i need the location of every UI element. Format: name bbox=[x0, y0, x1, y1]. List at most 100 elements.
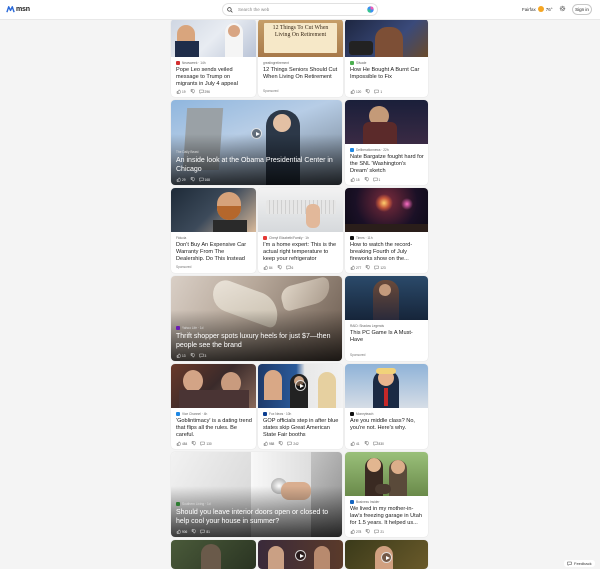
thumbs-down-icon[interactable] bbox=[277, 265, 282, 270]
card-title[interactable]: Don't Buy An Expensive Car Warranty From… bbox=[176, 242, 252, 263]
feedback-icon bbox=[567, 561, 572, 566]
news-card-burnt-car[interactable]: Silvade How He Bought A Burnt Car Imposs… bbox=[345, 19, 428, 97]
thumbs-up-icon[interactable] bbox=[350, 529, 355, 534]
card-title[interactable]: Should you leave interior doors open or … bbox=[176, 508, 336, 526]
card-source: Times · 11h bbox=[350, 235, 424, 240]
card-title[interactable]: 'Goblintimacy' is a dating trend that fl… bbox=[176, 418, 252, 439]
comment-icon[interactable] bbox=[374, 265, 380, 270]
sponsored-label: Sponsored bbox=[176, 265, 192, 269]
news-card-partial-1[interactable] bbox=[171, 540, 256, 569]
top-bar: msn Fairfax 76° Sign in bbox=[0, 0, 600, 19]
card-reactions: 41 830 bbox=[350, 441, 384, 446]
comment-icon[interactable] bbox=[372, 177, 378, 182]
news-card-goblin[interactable]: Vice Channel · 4h 'Goblintimacy' is a da… bbox=[171, 364, 256, 449]
thumbs-down-icon[interactable] bbox=[278, 441, 284, 446]
comment-icon[interactable] bbox=[285, 265, 291, 270]
weather-widget[interactable]: Fairfax 76° bbox=[522, 6, 553, 12]
comment-icon[interactable] bbox=[198, 353, 204, 358]
thumbs-up-icon[interactable] bbox=[350, 89, 355, 94]
card-title[interactable]: I'm a home expert: This is the actual ri… bbox=[263, 242, 339, 263]
thumbs-up-icon[interactable] bbox=[176, 177, 181, 182]
card-source: Southern Living · 1d bbox=[176, 501, 211, 506]
thumbs-down-icon[interactable] bbox=[191, 441, 197, 446]
comment-icon[interactable] bbox=[198, 89, 204, 94]
news-card-obama[interactable]: The Daily Beast An inside look at the Ob… bbox=[171, 100, 342, 185]
thumbs-up-icon[interactable] bbox=[176, 529, 181, 534]
thumbs-up-icon[interactable] bbox=[263, 265, 268, 270]
comment-icon[interactable] bbox=[374, 529, 380, 534]
comment-icon[interactable] bbox=[198, 177, 204, 182]
card-title[interactable]: Pope Leo sends veiled message to Trump o… bbox=[176, 67, 252, 88]
thumbs-up-icon[interactable] bbox=[263, 441, 268, 446]
thumbs-down-icon[interactable] bbox=[365, 89, 371, 94]
card-source: Vice Channel · 4h bbox=[176, 411, 252, 416]
comment-icon[interactable] bbox=[287, 441, 293, 446]
news-card-heels[interactable]: Yahoo Life · 1d Thrift shopper spots lux… bbox=[171, 276, 342, 361]
card-title[interactable]: This PC Game Is A Must-Have bbox=[350, 330, 424, 344]
play-video-icon[interactable] bbox=[295, 550, 306, 561]
news-card-pc-game[interactable]: RAID: Shadow Legends This PC Game Is A M… bbox=[345, 276, 428, 361]
thumbs-down-icon[interactable] bbox=[364, 177, 369, 182]
comment-icon[interactable] bbox=[372, 441, 378, 446]
thumbs-up-icon[interactable] bbox=[176, 353, 181, 358]
gear-icon[interactable] bbox=[559, 5, 566, 12]
publisher-logo-icon bbox=[350, 235, 354, 240]
feedback-button[interactable]: Feedback bbox=[564, 560, 595, 567]
comment-icon[interactable] bbox=[200, 441, 206, 446]
logo-text: msn bbox=[16, 6, 30, 13]
card-image bbox=[171, 364, 256, 408]
publisher-logo-icon bbox=[176, 325, 180, 330]
copilot-icon[interactable] bbox=[367, 6, 374, 13]
publisher-logo-icon bbox=[176, 60, 180, 65]
card-title[interactable]: We lived in my mother-in-law's freezing … bbox=[350, 506, 424, 527]
news-card-partial-2[interactable] bbox=[258, 540, 343, 569]
news-card-gop[interactable]: Fox News · 10h GOP officials step in aft… bbox=[258, 364, 343, 449]
card-title[interactable]: An inside look at the Obama Presidential… bbox=[176, 156, 336, 174]
news-card-pope[interactable]: Newsweek · 14h Pope Leo sends veiled mes… bbox=[171, 19, 256, 97]
card-image bbox=[345, 19, 428, 57]
comment-icon[interactable] bbox=[374, 89, 380, 94]
thumbs-down-icon[interactable] bbox=[191, 529, 197, 534]
thumbs-down-icon[interactable] bbox=[190, 177, 195, 182]
card-image-text: 12 Things To Cut When Living On Retireme… bbox=[264, 23, 337, 53]
card-reactions: 988 242 bbox=[263, 441, 299, 446]
news-card-middle-class[interactable]: Moneyteach Are you middle class? No, you… bbox=[345, 364, 428, 449]
play-video-icon[interactable] bbox=[295, 380, 306, 391]
thumbs-up-icon[interactable] bbox=[350, 441, 355, 446]
card-image bbox=[171, 188, 256, 232]
card-title[interactable]: Thrift shopper spots luxury heels for ju… bbox=[176, 332, 336, 350]
thumbs-down-icon[interactable] bbox=[190, 89, 195, 94]
card-title[interactable]: 12 Things Seniors Should Cut When Living… bbox=[263, 67, 339, 81]
comment-icon[interactable] bbox=[200, 529, 206, 534]
thumbs-up-icon[interactable] bbox=[176, 89, 181, 94]
card-title[interactable]: GOP officials step in after blue states … bbox=[263, 418, 339, 439]
news-card-warranty[interactable]: Fiducia Don't Buy An Expensive Car Warra… bbox=[171, 188, 256, 273]
news-card-seniors[interactable]: 12 Things To Cut When Living On Retireme… bbox=[258, 19, 343, 97]
card-title[interactable]: Are you middle class? No, you're not. He… bbox=[350, 418, 424, 432]
news-card-fireworks[interactable]: Times · 11h How to watch the record-brea… bbox=[345, 188, 428, 273]
feedback-label: Feedback bbox=[574, 561, 592, 566]
play-video-icon[interactable] bbox=[381, 552, 392, 563]
thumbs-up-icon[interactable] bbox=[350, 265, 355, 270]
msn-logo[interactable]: msn bbox=[6, 5, 30, 14]
news-card-garage[interactable]: Business Insider We lived in my mother-i… bbox=[345, 452, 428, 537]
thumbs-up-icon[interactable] bbox=[176, 441, 181, 446]
thumbs-down-icon[interactable] bbox=[365, 265, 371, 270]
card-title[interactable]: Nate Bargatze fought hard for the SNL 'W… bbox=[350, 154, 424, 175]
news-card-thermostat[interactable]: Cheryl Elizabeth/Family · 1h I'm a home … bbox=[258, 188, 343, 273]
thumbs-down-icon[interactable] bbox=[190, 353, 195, 358]
news-card-doors[interactable]: Southern Living · 1d Should you leave in… bbox=[171, 452, 342, 537]
news-card-nate[interactable]: Deliberationnews · 22h Nate Bargatze fou… bbox=[345, 100, 428, 185]
sign-in-button[interactable]: Sign in bbox=[572, 4, 592, 15]
search-box[interactable] bbox=[222, 3, 378, 16]
thumbs-down-icon[interactable] bbox=[365, 529, 371, 534]
publisher-logo-icon bbox=[263, 411, 267, 416]
news-card-partial-3[interactable] bbox=[345, 540, 428, 569]
card-title[interactable]: How to watch the record-breaking Fourth … bbox=[350, 242, 424, 263]
thumbs-down-icon[interactable] bbox=[364, 441, 369, 446]
card-title[interactable]: How He Bought A Burnt Car Impossible to … bbox=[350, 67, 424, 81]
thumbs-up-icon[interactable] bbox=[350, 177, 355, 182]
search-input[interactable] bbox=[238, 7, 358, 12]
card-image bbox=[345, 452, 428, 496]
card-image bbox=[258, 188, 343, 232]
